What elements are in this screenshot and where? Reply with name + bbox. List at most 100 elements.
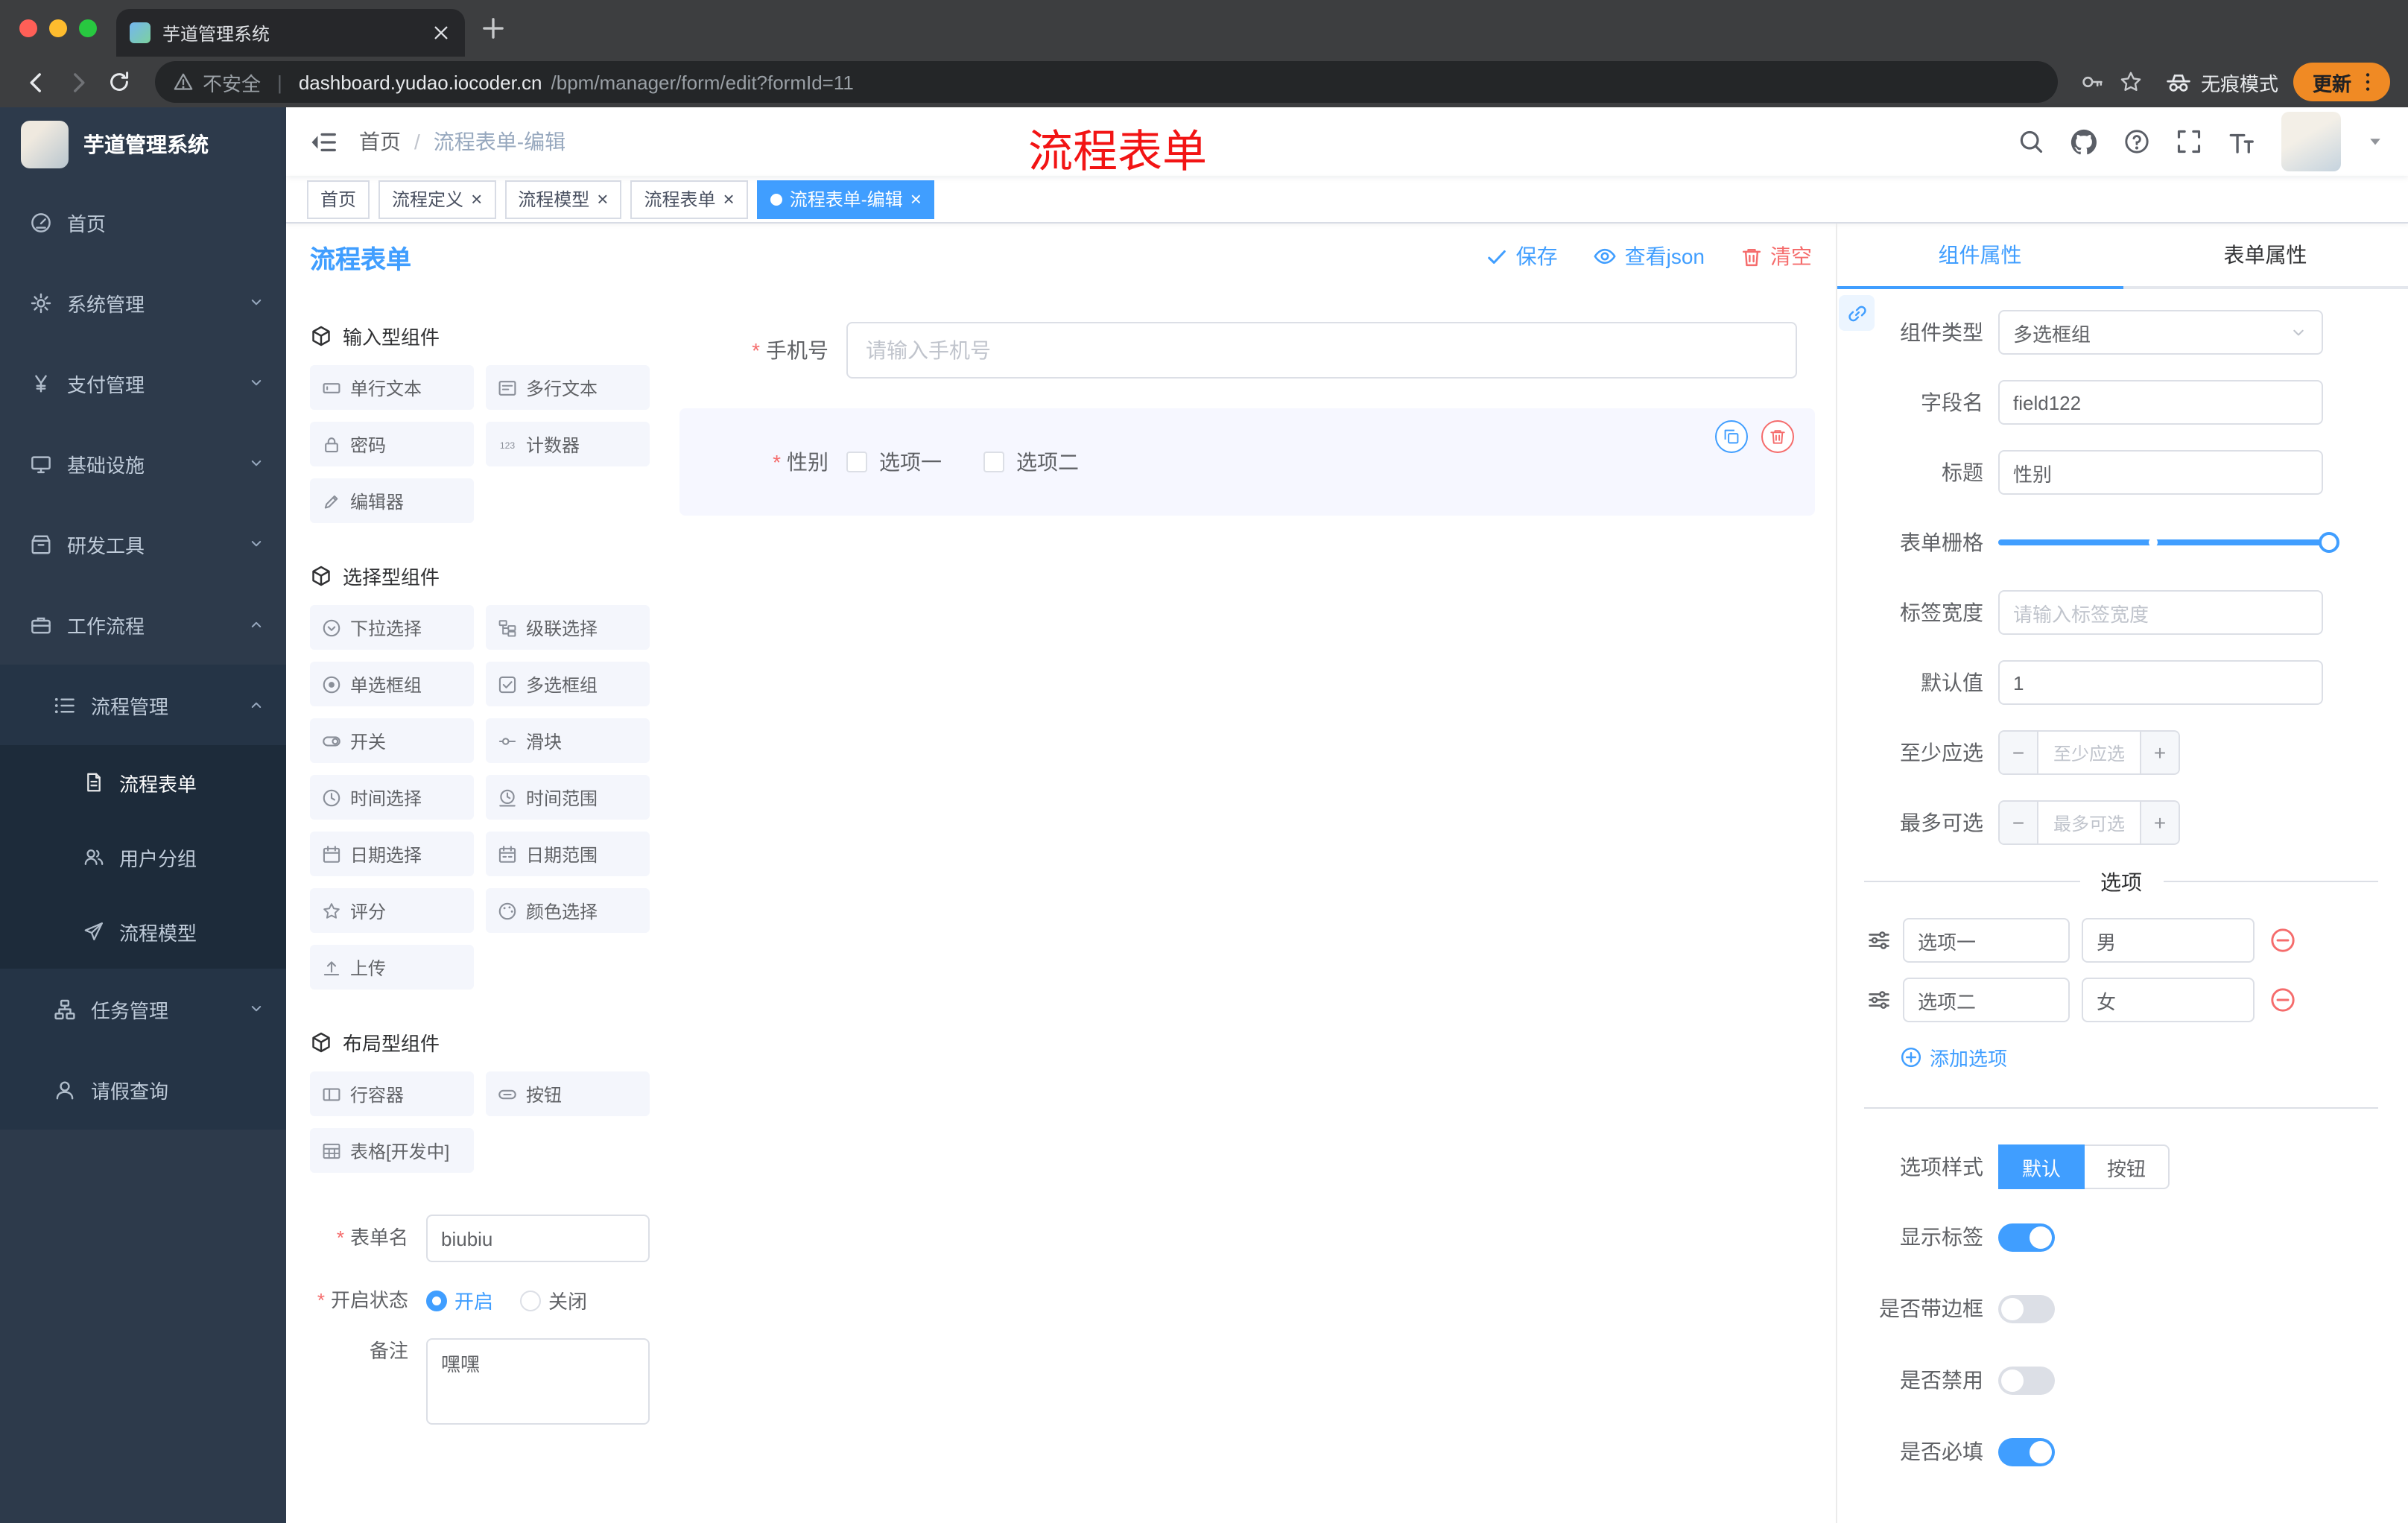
sidebar-item[interactable]: 基础设施 — [0, 423, 286, 504]
toggle-switch[interactable] — [1998, 1294, 2055, 1323]
sidebar-item[interactable]: 系统管理 — [0, 262, 286, 343]
field-name-input[interactable]: field122 — [1998, 380, 2323, 425]
component-chip[interactable]: 评分 — [310, 888, 474, 933]
component-chip[interactable]: 表格[开发中] — [310, 1128, 474, 1173]
component-chip[interactable]: 时间范围 — [486, 775, 650, 820]
option-style-radio[interactable]: 默认 — [1998, 1144, 2085, 1189]
font-size-icon[interactable] — [2228, 127, 2256, 156]
tag-close-icon[interactable]: × — [471, 189, 482, 209]
component-chip[interactable]: 密码 — [310, 422, 474, 466]
min-select-stepper[interactable]: − 至少应选 + — [1998, 730, 2180, 775]
remove-option-icon[interactable] — [2269, 987, 2296, 1013]
decrease-button[interactable]: − — [2000, 802, 2038, 843]
copy-widget-button[interactable] — [1715, 420, 1748, 453]
github-icon[interactable] — [2070, 127, 2098, 156]
tag-view-item[interactable]: 首页 × — [307, 180, 370, 218]
caret-down-icon[interactable] — [2366, 133, 2384, 151]
option-label-input[interactable]: 选项一 — [1903, 918, 2070, 963]
drag-handle-icon[interactable] — [1867, 988, 1891, 1012]
default-value-input[interactable]: 1 — [1998, 660, 2323, 705]
checkbox-option[interactable]: 选项一 — [846, 447, 942, 477]
mobile-input[interactable]: 请输入手机号 — [846, 322, 1797, 379]
slider-track[interactable] — [1998, 532, 2339, 553]
toggle-switch[interactable] — [1998, 1366, 2055, 1394]
tag-close-icon[interactable]: × — [723, 189, 735, 209]
update-button[interactable]: 更新 — [2293, 63, 2390, 101]
breadcrumb-home[interactable]: 首页 — [359, 127, 401, 156]
option-label-input[interactable]: 选项二 — [1903, 978, 2070, 1022]
option-value-input[interactable]: 女 — [2082, 978, 2255, 1022]
forward-icon[interactable] — [57, 61, 98, 103]
tab-close-icon[interactable] — [431, 22, 452, 43]
widget-mobile-field[interactable]: 手机号 请输入手机号 — [679, 304, 1815, 396]
search-icon[interactable] — [2018, 128, 2044, 155]
add-option-button[interactable]: 添加选项 — [1900, 1043, 2408, 1071]
option-value-input[interactable]: 男 — [2082, 918, 2255, 963]
maximize-window-button[interactable] — [79, 19, 97, 37]
hamburger-icon[interactable] — [310, 127, 338, 156]
sidebar-item-leave-query[interactable]: 请假查询 — [0, 1049, 286, 1130]
sidebar-item-process-mgmt[interactable]: 流程管理 — [0, 665, 286, 745]
fullscreen-icon[interactable] — [2176, 128, 2202, 155]
component-chip[interactable]: 上传 — [310, 945, 474, 990]
clear-button[interactable]: 清空 — [1740, 241, 1812, 271]
increase-button[interactable]: + — [2140, 802, 2179, 843]
tab-component-props[interactable]: 组件属性 — [1837, 224, 2123, 289]
grid-slider[interactable] — [1998, 520, 2339, 565]
title-input[interactable]: 性别 — [1998, 450, 2323, 495]
new-tab-button[interactable] — [480, 15, 507, 49]
tag-view-item[interactable]: 流程表单 × — [630, 180, 748, 218]
form-name-input[interactable]: biubiu — [426, 1215, 650, 1262]
sidebar-subitem[interactable]: 流程表单 — [0, 745, 286, 820]
sidebar-item-task-mgmt[interactable]: 任务管理 — [0, 969, 286, 1049]
drag-handle-icon[interactable] — [1867, 928, 1891, 952]
option-style-radio[interactable]: 按钮 — [2085, 1144, 2170, 1189]
component-chip[interactable]: 按钮 — [486, 1071, 650, 1116]
remove-option-icon[interactable] — [2269, 927, 2296, 954]
component-chip[interactable]: 颜色选择 — [486, 888, 650, 933]
view-json-button[interactable]: 查看json — [1594, 241, 1705, 271]
link-icon[interactable] — [1839, 295, 1875, 331]
sidebar-item[interactable]: 支付管理 — [0, 343, 286, 423]
component-chip[interactable]: 日期选择 — [310, 832, 474, 876]
remark-textarea[interactable]: 嘿嘿 — [426, 1338, 650, 1425]
widget-gender-field[interactable]: 性别 选项一 — [679, 408, 1815, 516]
component-chip[interactable]: 编辑器 — [310, 478, 474, 523]
sidebar-subitem[interactable]: 用户分组 — [0, 820, 286, 894]
tag-view-item[interactable]: 流程模型 × — [504, 180, 622, 218]
sidebar-item[interactable]: 研发工具 — [0, 504, 286, 584]
component-chip[interactable]: 时间选择 — [310, 775, 474, 820]
component-chip[interactable]: 单行文本 — [310, 365, 474, 410]
status-on-radio[interactable]: 开启 — [426, 1286, 493, 1314]
slider-handle[interactable] — [2319, 532, 2339, 553]
component-chip[interactable]: 多行文本 — [486, 365, 650, 410]
max-select-stepper[interactable]: − 最多可选 + — [1998, 800, 2180, 845]
component-chip[interactable]: 行容器 — [310, 1071, 474, 1116]
toggle-switch[interactable] — [1998, 1223, 2055, 1251]
browser-tab[interactable]: 芋道管理系统 — [116, 9, 465, 57]
decrease-button[interactable]: − — [2000, 732, 2038, 773]
component-chip[interactable]: 单选框组 — [310, 662, 474, 706]
minimize-window-button[interactable] — [49, 19, 67, 37]
checkbox-box[interactable] — [983, 452, 1004, 472]
component-chip[interactable]: 开关 — [310, 718, 474, 763]
save-button[interactable]: 保存 — [1486, 241, 1558, 271]
address-bar[interactable]: 不安全 | dashboard.yudao.iocoder.cn/bpm/man… — [155, 61, 2058, 103]
status-off-radio[interactable]: 关闭 — [520, 1286, 587, 1314]
delete-widget-button[interactable] — [1761, 420, 1794, 453]
checkbox-box[interactable] — [846, 452, 867, 472]
sidebar-item[interactable]: 工作流程 — [0, 584, 286, 665]
tab-form-props[interactable]: 表单属性 — [2123, 224, 2408, 286]
menu-dots-icon[interactable] — [2356, 70, 2380, 94]
checkbox-option[interactable]: 选项二 — [983, 447, 1079, 477]
back-icon[interactable] — [15, 61, 57, 103]
component-chip[interactable]: 日期范围 — [486, 832, 650, 876]
component-chip[interactable]: 计数器 — [486, 422, 650, 466]
avatar[interactable] — [2281, 112, 2341, 171]
increase-button[interactable]: + — [2140, 732, 2179, 773]
sidebar-item[interactable]: 首页 — [0, 182, 286, 262]
component-chip[interactable]: 多选框组 — [486, 662, 650, 706]
sidebar-subitem[interactable]: 流程模型 — [0, 894, 286, 969]
close-window-button[interactable] — [19, 19, 37, 37]
toggle-switch[interactable] — [1998, 1437, 2055, 1466]
